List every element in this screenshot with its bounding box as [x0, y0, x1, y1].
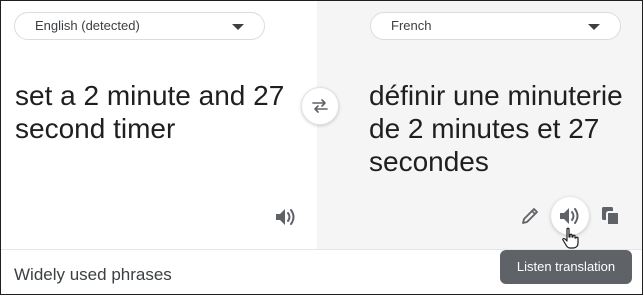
- target-pane: French définir une minuterie de 2 minute…: [317, 1, 642, 249]
- copy-icon: [602, 207, 620, 226]
- pencil-icon: [522, 208, 538, 224]
- edit-translation-button[interactable]: [517, 203, 543, 229]
- source-pane: English (detected) set a 2 minute and 27…: [1, 1, 317, 249]
- listen-source-button[interactable]: [271, 203, 301, 231]
- hand-pointer-icon: [562, 227, 579, 249]
- source-text[interactable]: set a 2 minute and 27 second timer: [15, 79, 305, 145]
- widely-used-phrases-label[interactable]: Widely used phrases: [14, 265, 172, 285]
- translator-panel: English (detected) set a 2 minute and 27…: [0, 0, 643, 295]
- translated-text: définir une minuterie de 2 minutes et 27…: [369, 80, 623, 177]
- source-language-select[interactable]: English (detected): [14, 12, 265, 40]
- speaker-icon: [276, 209, 295, 225]
- chevron-down-icon: [232, 24, 244, 30]
- copy-translation-button[interactable]: [599, 204, 623, 228]
- swap-arrows-icon: [312, 99, 328, 113]
- speaker-icon: [560, 208, 579, 224]
- swap-languages-button[interactable]: [301, 87, 339, 125]
- target-language-label: French: [391, 18, 432, 33]
- source-language-label: English (detected): [35, 18, 140, 33]
- target-language-select[interactable]: French: [370, 12, 621, 40]
- listen-translation-tooltip: Listen translation: [500, 250, 632, 284]
- chevron-down-icon: [588, 24, 600, 30]
